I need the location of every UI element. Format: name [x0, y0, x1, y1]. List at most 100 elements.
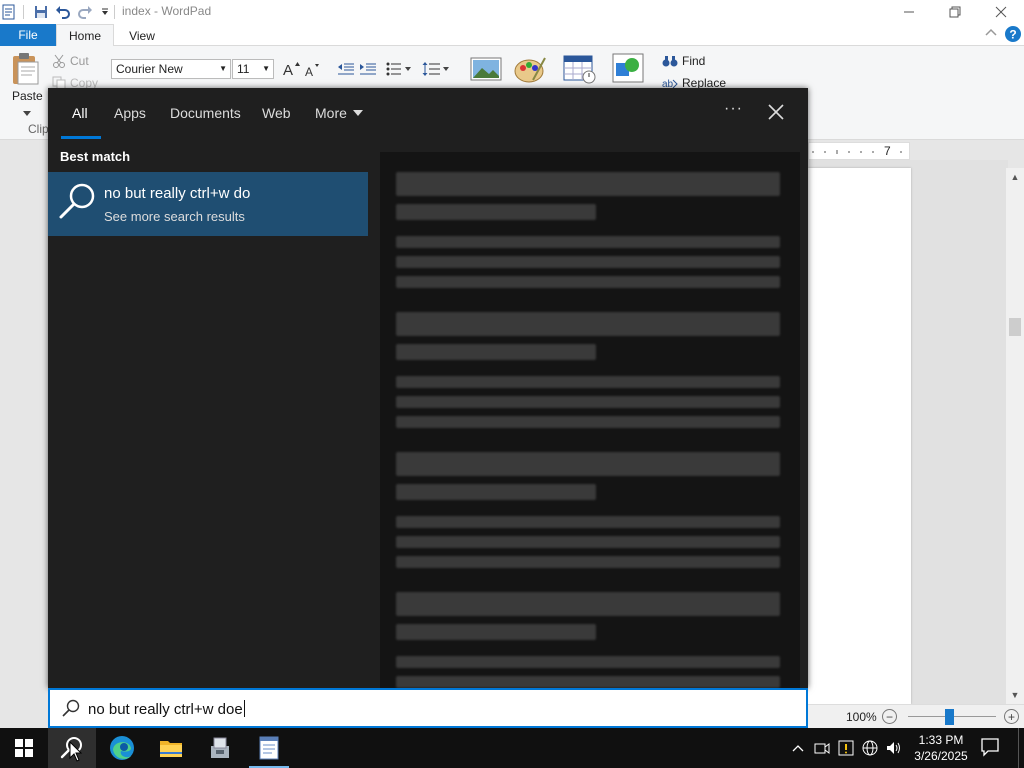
bullet-list-button[interactable] — [386, 62, 412, 76]
tab-web[interactable]: Web — [262, 105, 291, 121]
show-desktop-button[interactable] — [1018, 728, 1019, 768]
restore-button[interactable] — [932, 0, 978, 24]
placeholder-bar — [396, 256, 780, 268]
date-time-icon[interactable] — [563, 54, 597, 84]
taskbar-wordpad[interactable] — [245, 728, 293, 768]
zoom-out-button[interactable]: − — [882, 709, 897, 724]
preview-pane-loading — [380, 152, 800, 688]
network-globe-icon[interactable] — [860, 738, 880, 758]
placeholder-bar — [396, 236, 780, 248]
taskbar-app[interactable] — [196, 728, 244, 768]
wordpad-icon — [259, 736, 279, 760]
line-spacing-button[interactable] — [422, 61, 450, 77]
scroll-thumb[interactable] — [1009, 318, 1021, 336]
ruler[interactable]: 7 — [808, 142, 910, 160]
scroll-down-icon[interactable]: ▼ — [1006, 686, 1024, 704]
taskbar-file-explorer[interactable] — [147, 728, 195, 768]
placeholder-bar — [396, 556, 780, 568]
placeholder-bar — [396, 592, 780, 616]
tab-documents[interactable]: Documents — [170, 105, 241, 121]
placeholder-bar — [396, 344, 596, 360]
clock-time: 1:33 PM — [918, 733, 964, 747]
search-input[interactable]: no but really ctrl+w doe — [48, 688, 808, 728]
font-family-value: Courier New — [116, 62, 183, 76]
taskbar-edge[interactable] — [98, 728, 146, 768]
minimize-ribbon-icon[interactable] — [984, 26, 998, 43]
increase-indent-button[interactable] — [360, 62, 376, 76]
document-page[interactable] — [808, 168, 911, 704]
tab-more[interactable]: More — [315, 105, 363, 121]
paste-button[interactable] — [10, 52, 42, 86]
placeholder-bar — [396, 312, 780, 336]
cut-button[interactable]: Cut — [52, 54, 89, 68]
zoom-slider-thumb[interactable] — [945, 709, 954, 725]
decrease-indent-button[interactable] — [338, 62, 354, 76]
insert-object-icon[interactable] — [612, 53, 644, 83]
clipboard-group-label: Clip — [28, 122, 49, 136]
tab-home[interactable]: Home — [56, 24, 114, 47]
save-icon[interactable] — [32, 3, 50, 21]
best-match-title: no but really ctrl+w do — [104, 185, 251, 202]
security-alert-icon[interactable] — [836, 738, 856, 758]
placeholder-bar — [396, 276, 780, 288]
ruler-ticks — [812, 150, 902, 154]
text-caret — [243, 700, 245, 717]
vertical-scrollbar[interactable]: ▲ ▼ — [1006, 168, 1024, 704]
search-panel: All Apps Documents Web More ··· Best mat… — [48, 88, 808, 688]
tab-apps[interactable]: Apps — [114, 105, 146, 121]
wordpad-app-icon[interactable] — [0, 3, 18, 21]
mouse-cursor-icon — [69, 740, 83, 763]
placeholder-bar — [396, 376, 780, 388]
results-list: Best match no but really ctrl+w do See m… — [48, 140, 368, 688]
window-title: index - WordPad — [122, 4, 212, 18]
tab-more-label: More — [315, 105, 347, 121]
meet-now-icon[interactable] — [812, 738, 832, 758]
paint-drawing-icon[interactable] — [513, 54, 547, 84]
volume-icon[interactable] — [884, 738, 904, 758]
system-clock[interactable]: 1:33 PM 3/26/2025 — [908, 732, 974, 764]
grow-font-button[interactable]: A — [282, 61, 300, 77]
insert-picture-icon[interactable] — [470, 55, 502, 83]
status-bar: 100% − + — [808, 704, 1024, 728]
best-match-subtitle: See more search results — [104, 209, 245, 224]
placeholder-bar — [396, 204, 596, 220]
zoom-in-button[interactable]: + — [1004, 709, 1019, 724]
show-hidden-icons-chevron-icon[interactable] — [788, 738, 808, 758]
best-match-result[interactable]: no but really ctrl+w do See more search … — [48, 172, 368, 236]
help-icon[interactable]: ? — [1004, 25, 1022, 46]
svg-text:A: A — [283, 62, 293, 77]
close-icon[interactable] — [764, 100, 788, 124]
search-icon — [58, 181, 98, 221]
search-icon — [61, 699, 81, 719]
svg-text:A: A — [305, 65, 313, 77]
undo-icon[interactable] — [54, 3, 72, 21]
close-window-button[interactable] — [978, 0, 1024, 24]
placeholder-bar — [396, 452, 780, 476]
placeholder-bar — [396, 656, 780, 668]
paste-dropdown-icon[interactable] — [23, 106, 31, 120]
tab-view[interactable]: View — [116, 24, 168, 47]
system-app-icon — [211, 737, 229, 758]
placeholder-bar — [396, 536, 780, 548]
search-filter-tabs: All Apps Documents Web More ··· — [48, 88, 808, 140]
cut-label: Cut — [70, 54, 89, 68]
paste-label: Paste — [12, 89, 43, 103]
shrink-font-button[interactable]: A — [304, 63, 320, 77]
action-center-icon[interactable] — [980, 737, 1002, 759]
scroll-up-icon[interactable]: ▲ — [1006, 168, 1024, 186]
minimize-button[interactable] — [886, 0, 932, 24]
svg-text:?: ? — [1009, 28, 1016, 42]
wordpad-title-bar: index - WordPad — [0, 0, 1024, 24]
font-family-select[interactable]: Courier New ▼ — [111, 59, 231, 79]
font-size-select[interactable]: 11 ▼ — [232, 59, 274, 79]
tab-file[interactable]: File — [0, 24, 56, 46]
redo-icon[interactable] — [76, 3, 94, 21]
chevron-down-icon: ▼ — [219, 64, 227, 73]
find-button[interactable]: Find — [662, 54, 705, 68]
start-button[interactable] — [0, 728, 48, 768]
customize-qat-icon[interactable] — [96, 3, 114, 21]
more-options-icon[interactable]: ··· — [724, 100, 743, 118]
tab-all[interactable]: All — [72, 105, 88, 121]
placeholder-bar — [396, 484, 596, 500]
placeholder-bar — [396, 396, 780, 408]
